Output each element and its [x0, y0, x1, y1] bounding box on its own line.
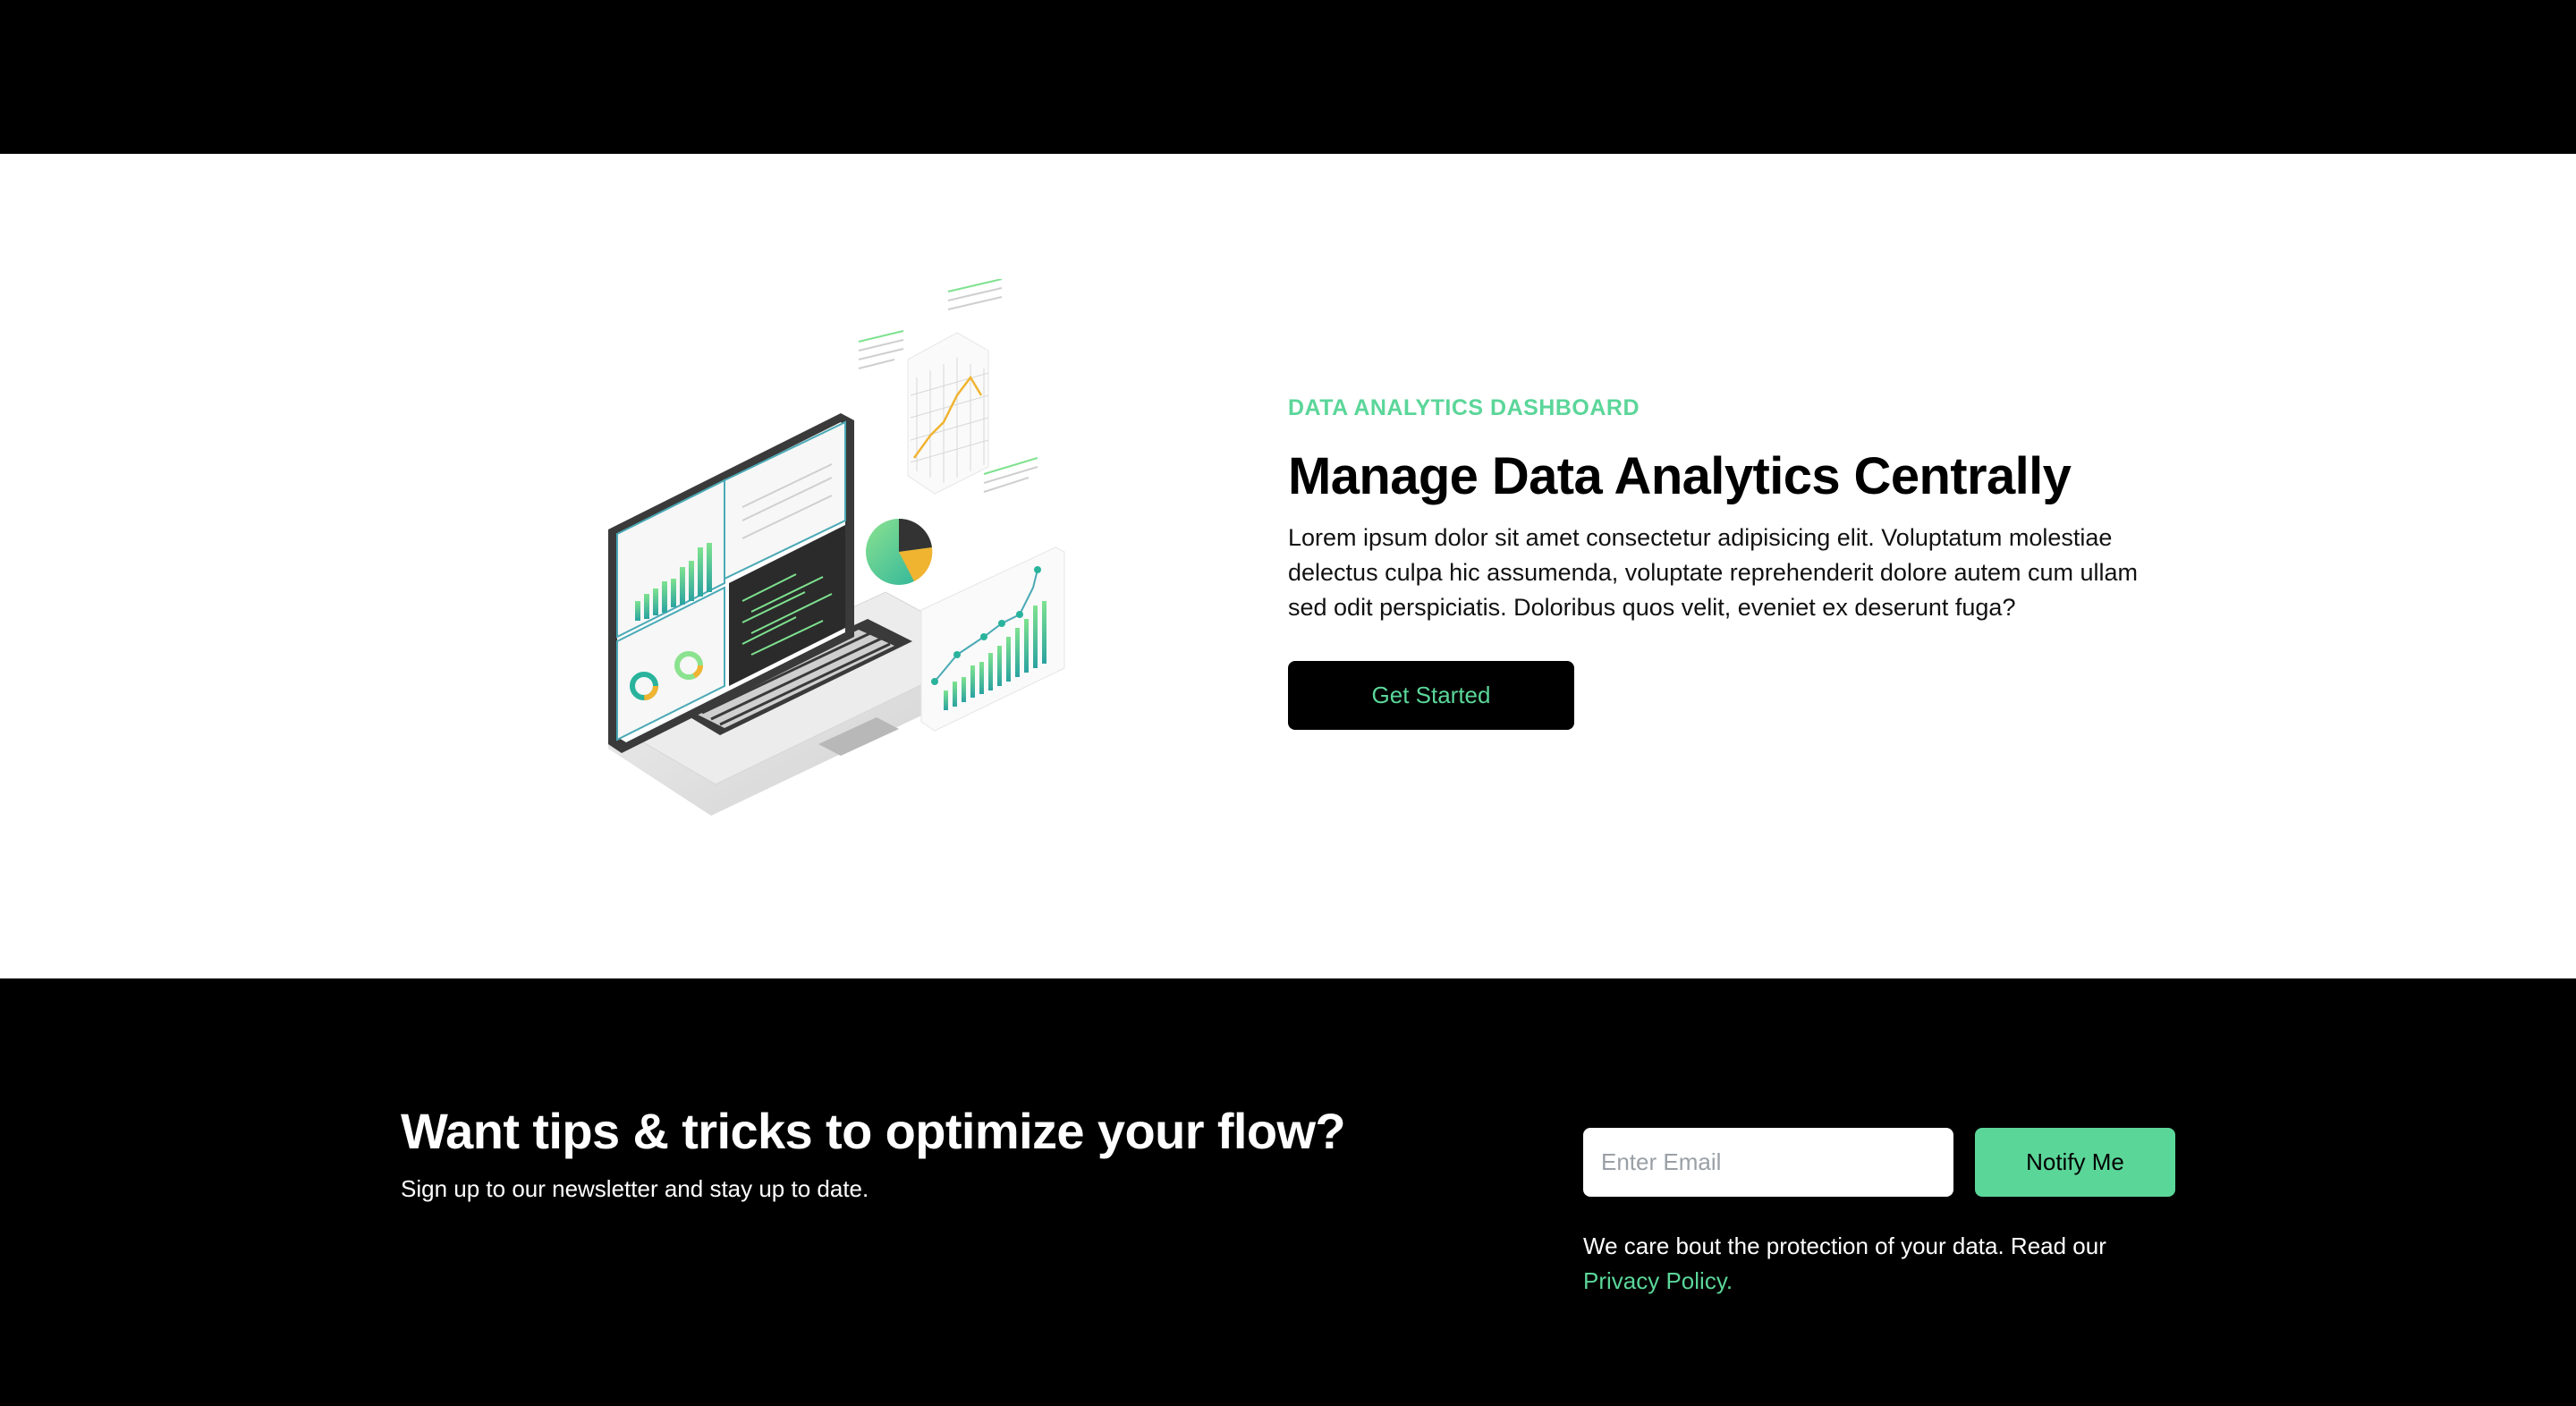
- newsletter-title: Want tips & tricks to optimize your flow…: [401, 1103, 1346, 1159]
- hero-title: Manage Data Analytics Centrally: [1288, 447, 2072, 505]
- top-header-band: [0, 0, 2576, 154]
- bar-chart-card-icon: [920, 546, 1065, 732]
- email-input[interactable]: [1583, 1128, 1953, 1197]
- newsletter-subtitle: Sign up to our newsletter and stay up to…: [401, 1175, 869, 1202]
- hero-description: Lorem ipsum dolor sit amet consectetur a…: [1288, 524, 2139, 621]
- hero-eyebrow: DATA ANALYTICS DASHBOARD: [1288, 395, 1640, 420]
- laptop-analytics-illustration: [590, 278, 1118, 834]
- notify-me-button[interactable]: Notify Me: [1975, 1128, 2175, 1197]
- newsletter-section: Want tips & tricks to optimize your flow…: [0, 978, 2576, 1406]
- hero-section: DATA ANALYTICS DASHBOARD Manage Data Ana…: [0, 154, 2576, 978]
- privacy-policy-link[interactable]: Privacy Policy.: [1583, 1267, 1733, 1294]
- get-started-button[interactable]: Get Started: [1288, 661, 1574, 730]
- floating-line-chart-icon: [907, 332, 989, 495]
- hero-text-block: DATA ANALYTICS DASHBOARD Manage Data Ana…: [1288, 394, 2182, 730]
- pie-chart-icon: [866, 518, 933, 585]
- privacy-notice: We care bout the protection of your data…: [1583, 1229, 2209, 1299]
- privacy-notice-text: We care bout the protection of your data…: [1583, 1232, 2106, 1259]
